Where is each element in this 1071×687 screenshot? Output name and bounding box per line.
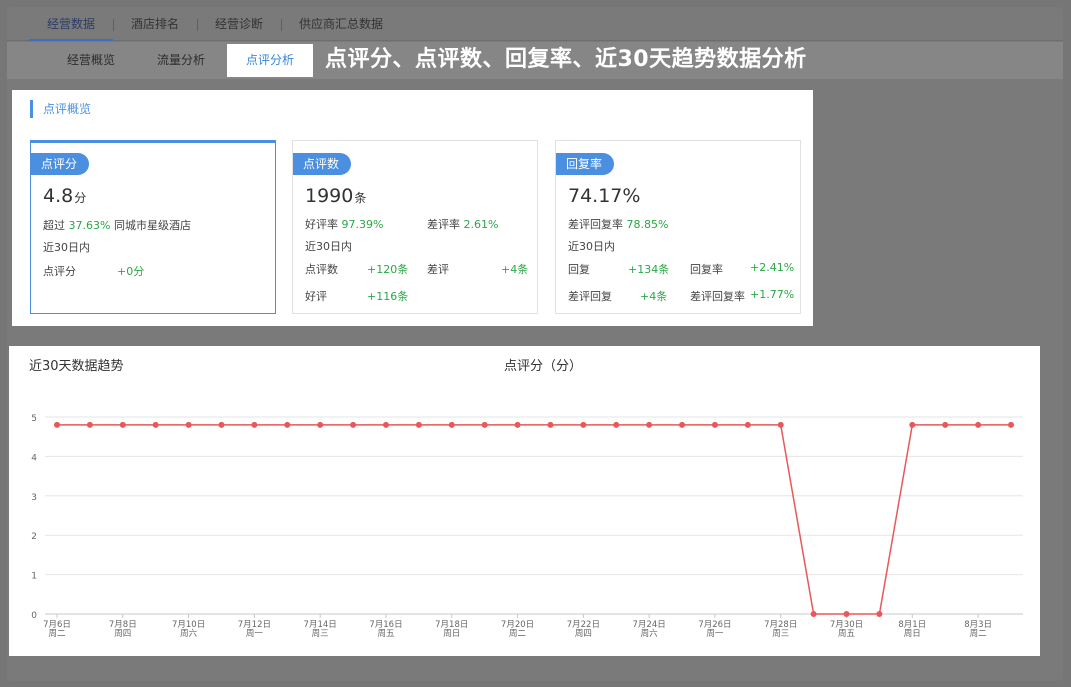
data-point bbox=[382, 421, 389, 428]
x-tick-weekday: 周四 bbox=[575, 629, 592, 639]
data-point bbox=[54, 421, 60, 428]
reply-r1-value: +134条 bbox=[628, 263, 670, 276]
reply-r4-value: +1.77% bbox=[750, 288, 795, 301]
y-tick-label: 1 bbox=[31, 572, 37, 582]
x-tick-weekday: 周六 bbox=[641, 628, 659, 639]
count-good-rate: 好评率 97.39% bbox=[305, 218, 384, 231]
score-row-value: +0分 bbox=[117, 265, 145, 278]
count-card[interactable]: 点评数 1990条 好评率 97.39% 差评率 2.61% 近30日内 点评数… bbox=[292, 140, 538, 314]
data-point bbox=[481, 421, 488, 428]
reply-r3-value: +4条 bbox=[640, 290, 668, 303]
y-tick-label: 4 bbox=[31, 453, 37, 463]
data-point bbox=[119, 421, 126, 428]
data-point bbox=[448, 421, 455, 428]
y-tick-label: 2 bbox=[31, 532, 37, 542]
data-point bbox=[185, 421, 192, 428]
x-tick-weekday: 周日 bbox=[443, 629, 460, 639]
count-r2-label: 差评 bbox=[427, 263, 449, 276]
data-point bbox=[711, 421, 718, 428]
score-value: 4.8分 bbox=[43, 185, 87, 207]
data-point bbox=[942, 421, 949, 428]
tab-business-diagnosis[interactable]: 经营诊断 bbox=[197, 12, 281, 40]
reply-neg-rate: 差评回复率 78.85% bbox=[568, 218, 669, 231]
data-point bbox=[251, 421, 258, 428]
series-line bbox=[57, 424, 1011, 615]
x-tick-weekday: 周五 bbox=[377, 629, 395, 639]
data-point bbox=[777, 421, 784, 428]
data-point bbox=[317, 421, 324, 428]
reply-r2-value: +2.41% bbox=[750, 261, 795, 274]
x-tick-weekday: 周六 bbox=[180, 628, 198, 639]
data-point bbox=[415, 421, 422, 428]
score-badge: 点评分 bbox=[31, 153, 90, 175]
data-point bbox=[86, 421, 93, 428]
count-r1-value: +120条 bbox=[367, 263, 409, 276]
data-point bbox=[975, 421, 982, 428]
score-beat-text: 超过 37.63% 同城市星级酒店 bbox=[43, 219, 191, 232]
data-point bbox=[1008, 421, 1014, 428]
reply-value: 74.17% bbox=[568, 185, 641, 207]
data-point bbox=[284, 421, 291, 428]
count-r1-label: 点评数 bbox=[305, 263, 338, 276]
reply-r2-label: 回复率 bbox=[690, 263, 723, 276]
x-tick-weekday: 周三 bbox=[312, 629, 329, 639]
score-trend-chart: 0123457月6日周二7月8日周四7月10日周六7月12日周一7月14日周三7… bbox=[31, 414, 1023, 639]
reply-r3-label: 差评回复 bbox=[568, 290, 612, 303]
count-value: 1990条 bbox=[305, 185, 367, 207]
top-nav: 经营数据 酒店排名 经营诊断 供应商汇总数据 bbox=[7, 7, 1063, 41]
y-tick-label: 0 bbox=[31, 611, 37, 621]
reply-r4-label: 差评回复率 bbox=[690, 290, 745, 303]
data-point bbox=[547, 421, 554, 428]
count-period: 近30日内 bbox=[305, 240, 352, 253]
data-point bbox=[679, 421, 686, 428]
x-tick-weekday: 周二 bbox=[970, 629, 988, 639]
count-r3-label: 好评 bbox=[305, 290, 327, 303]
reply-card[interactable]: 回复率 74.17% 差评回复率 78.85% 近30日内 回复 +134条 回… bbox=[555, 140, 801, 314]
subtab-reviews[interactable]: 点评分析 bbox=[227, 44, 314, 77]
subtab-overview[interactable]: 经营概览 bbox=[47, 44, 135, 77]
x-tick-weekday: 周二 bbox=[48, 629, 66, 639]
x-tick-weekday: 周日 bbox=[904, 629, 921, 639]
x-tick-weekday: 周四 bbox=[114, 629, 131, 639]
count-badge: 点评数 bbox=[293, 153, 352, 175]
x-tick-weekday: 周二 bbox=[509, 629, 527, 639]
y-tick-label: 5 bbox=[31, 414, 37, 424]
score-row-label: 点评分 bbox=[43, 265, 76, 278]
trend-panel: 近30天数据趋势 点评分（分） 0 1 2 3 4 5 7月6日 周二 7月8日 周四 7月10日周… bbox=[9, 346, 1040, 656]
data-point bbox=[646, 421, 653, 428]
count-r2-value: +4条 bbox=[501, 263, 529, 276]
review-overview-panel: 点评概览 点评分 4.8分 超过 37.63% 同城市星级酒店 近30日内 点评… bbox=[12, 90, 813, 326]
data-point bbox=[218, 421, 225, 428]
x-tick-weekday: 周三 bbox=[772, 629, 789, 639]
data-point bbox=[909, 421, 916, 428]
x-tick-weekday: 周一 bbox=[246, 629, 264, 639]
score-period: 近30日内 bbox=[43, 241, 90, 254]
tab-supplier-summary[interactable]: 供应商汇总数据 bbox=[281, 12, 401, 40]
count-bad-rate: 差评率 2.61% bbox=[427, 218, 499, 231]
data-point bbox=[350, 421, 357, 428]
page-headline: 点评分、点评数、回复率、近30天趋势数据分析 bbox=[325, 47, 807, 72]
reply-period: 近30日内 bbox=[568, 240, 615, 253]
count-r3-value: +116条 bbox=[367, 290, 409, 303]
data-point bbox=[580, 421, 587, 428]
data-point bbox=[514, 421, 521, 428]
x-tick-weekday: 周五 bbox=[838, 629, 856, 639]
tab-business-data[interactable]: 经营数据 bbox=[29, 12, 114, 41]
data-point bbox=[810, 611, 817, 617]
data-point bbox=[843, 611, 850, 617]
data-point bbox=[876, 611, 883, 617]
data-point bbox=[152, 421, 159, 428]
data-point bbox=[613, 421, 620, 428]
section-title: 点评概览 bbox=[30, 100, 91, 118]
data-point bbox=[744, 421, 751, 428]
y-tick-label: 3 bbox=[31, 493, 37, 503]
reply-r1-label: 回复 bbox=[568, 263, 590, 276]
x-tick-weekday: 周一 bbox=[706, 629, 724, 639]
score-card[interactable]: 点评分 4.8分 超过 37.63% 同城市星级酒店 近30日内 点评分 +0分 bbox=[30, 140, 276, 314]
subtab-traffic[interactable]: 流量分析 bbox=[137, 44, 225, 77]
reply-badge: 回复率 bbox=[556, 153, 615, 175]
tab-hotel-ranking[interactable]: 酒店排名 bbox=[113, 12, 197, 40]
